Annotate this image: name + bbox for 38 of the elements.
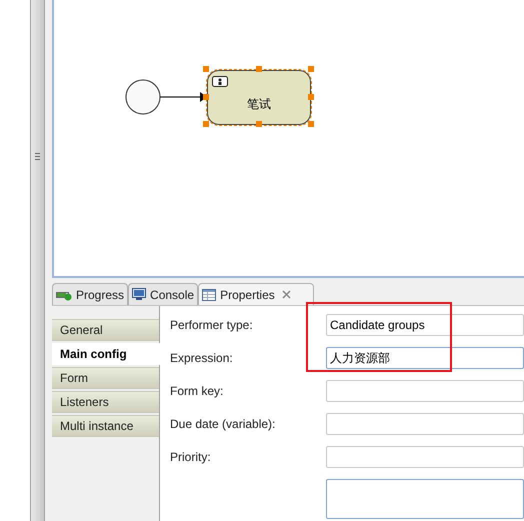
user-task[interactable]: 笔试 [207,70,311,125]
sash[interactable] [30,0,45,521]
field-label: Expression: [170,350,233,367]
resize-handle[interactable] [308,94,314,100]
view-tab[interactable]: Properties [198,283,314,305]
resize-handle[interactable] [256,66,262,72]
property-tab[interactable]: Form [52,367,159,389]
tab-label: Console [150,286,194,304]
resize-handle[interactable] [203,66,209,72]
resize-handle[interactable] [203,94,209,100]
property-tab[interactable]: Main config [52,343,160,365]
property-tab[interactable]: Listeners [52,391,159,413]
grip-icon [35,153,40,160]
resize-handle[interactable] [308,121,314,127]
view-tab[interactable]: Console [128,283,198,305]
tab-label: Progress [76,286,124,304]
resize-handle[interactable] [203,121,209,127]
task-label: 笔试 [247,96,271,112]
field-label: Performer type: [170,317,253,334]
table-icon [202,288,216,300]
property-tab[interactable]: General [52,319,159,341]
field-label: Due date (variable): [170,416,276,433]
input-field[interactable] [326,446,524,468]
view-tab[interactable]: Progress [52,283,128,305]
resize-handle[interactable] [308,66,314,72]
monitor-icon [132,288,146,301]
close-icon[interactable] [282,290,291,299]
property-tab[interactable]: Multi instance [52,415,159,437]
tab-label: Properties [220,286,275,304]
resize-handle[interactable] [256,121,262,127]
input-field[interactable]: 人力资源部 [326,347,524,369]
text-area[interactable] [326,479,524,519]
input-field[interactable] [326,380,524,402]
start-event [126,80,160,114]
input-field[interactable]: Candidate groups [326,314,524,336]
field-label: Form key: [170,383,224,400]
input-field[interactable] [326,413,524,435]
field-label: Priority: [170,449,211,466]
